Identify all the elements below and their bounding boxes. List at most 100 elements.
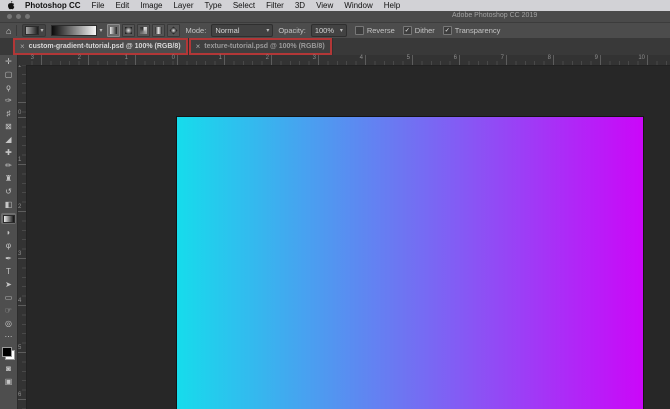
ruler-label-h: 2 <box>77 55 81 61</box>
gradient-tool[interactable] <box>1 213 16 224</box>
blend-mode-select[interactable]: Normal ▾ <box>211 24 274 37</box>
healing-brush-tool[interactable]: ✚ <box>2 148 15 157</box>
lasso-tool[interactable]: ϙ <box>2 83 15 92</box>
opacity-select[interactable]: 100% ▾ <box>310 24 347 37</box>
ruler-label-h: 8 <box>547 55 551 61</box>
ruler-label-h: 6 <box>453 55 457 61</box>
document-tab-2[interactable]: × texture-tutorial.psd @ 100% (RGB/8) <box>188 38 333 55</box>
ruler-label-h: 2 <box>265 55 269 61</box>
reverse-label: Reverse <box>366 26 395 35</box>
screen-mode-button[interactable]: ▣ <box>2 377 15 386</box>
linear-gradient-button[interactable] <box>107 24 121 37</box>
type-tool[interactable]: T <box>2 267 15 276</box>
menu-item-filter[interactable]: Filter <box>266 1 284 10</box>
menu-item-edit[interactable]: Edit <box>115 1 129 10</box>
ruler-label-h: 9 <box>594 55 598 61</box>
horizontal-ruler[interactable]: 3 2 1 0 1 2 3 4 5 6 7 8 9 10 <box>17 55 670 66</box>
angle-gradient-button[interactable] <box>137 24 151 37</box>
menu-item-view[interactable]: View <box>316 1 333 10</box>
edit-toolbar[interactable]: ⋯ <box>2 332 15 341</box>
tool-preset-thumbnail <box>25 26 40 35</box>
menu-item-file[interactable]: File <box>92 1 105 10</box>
tool-options-bar: ⌂ ▾ ▾ Mode: Normal ▾ Opacity: 100% ▾ Rev… <box>0 23 670 38</box>
move-tool[interactable]: ✛ <box>2 57 15 66</box>
ruler-label-h: 7 <box>500 55 504 61</box>
option-checkboxes: Reverse Dither Transparency <box>354 26 501 35</box>
quick-mask-button[interactable]: ◙ <box>2 364 15 373</box>
dodge-tool[interactable]: φ <box>2 241 15 250</box>
color-swatches <box>2 347 15 360</box>
dither-option: Dither <box>402 26 435 35</box>
menu-item-3d[interactable]: 3D <box>295 1 305 10</box>
minimize-window-button[interactable] <box>16 14 21 19</box>
document-tab-1[interactable]: × custom-gradient-tutorial.psd @ 100% (RG… <box>13 38 189 55</box>
marquee-tool[interactable]: ▢ <box>2 70 15 79</box>
tool-preset-picker[interactable]: ▾ <box>22 24 47 37</box>
zoom-tool[interactable]: ◎ <box>2 319 15 328</box>
window-title-bar: Adobe Photoshop CC 2019 <box>0 11 670 23</box>
brush-tool[interactable]: ✏ <box>2 161 15 170</box>
radial-gradient-icon <box>125 27 133 34</box>
quick-selection-tool[interactable]: ✑ <box>2 96 15 105</box>
ruler-label-v: 2 <box>18 204 22 210</box>
menu-item-select[interactable]: Select <box>233 1 255 10</box>
eyedropper-tool[interactable]: ◢ <box>2 135 15 144</box>
ruler-label-v: 1 <box>18 157 22 163</box>
ruler-label-h: 1 <box>218 55 222 61</box>
gradient-preview-swatch <box>51 25 98 36</box>
menu-item-type[interactable]: Type <box>204 1 221 10</box>
ruler-label-v: 5 <box>18 345 22 351</box>
photoshop-window: Photoshop CC File Edit Image Layer Type Selec… <box>0 0 670 409</box>
window-title: Adobe Photoshop CC 2019 <box>452 12 538 19</box>
mode-label: Mode: <box>185 26 207 35</box>
path-selection-tool[interactable]: ➤ <box>2 280 15 289</box>
transparency-checkbox[interactable] <box>442 26 452 35</box>
close-tab-icon[interactable]: × <box>20 42 25 51</box>
reflected-gradient-button[interactable] <box>152 24 166 37</box>
foreground-color-swatch[interactable] <box>2 347 12 357</box>
home-icon[interactable]: ⌂ <box>6 26 11 36</box>
dither-checkbox[interactable] <box>402 26 412 35</box>
ruler-origin-corner[interactable] <box>17 55 26 65</box>
menu-item-help[interactable]: Help <box>384 1 400 10</box>
hand-tool[interactable]: ☞ <box>2 306 15 315</box>
gradient-editor-button[interactable]: ▾ <box>51 25 102 36</box>
blur-tool[interactable]: ◗ <box>2 228 15 237</box>
reflected-gradient-icon <box>155 27 163 34</box>
radial-gradient-button[interactable] <box>122 24 136 37</box>
close-tab-icon[interactable]: × <box>196 42 201 51</box>
menu-item-window[interactable]: Window <box>344 1 372 10</box>
ruler-label-v: 4 <box>18 298 22 304</box>
menu-item-image[interactable]: Image <box>140 1 162 10</box>
apple-icon[interactable] <box>7 1 15 10</box>
close-window-button[interactable] <box>7 14 12 19</box>
dither-label: Dither <box>414 26 435 35</box>
frame-tool[interactable]: ⊠ <box>2 122 15 131</box>
tools-panel: ✛ ▢ ϙ ✑ ♯ ⊠ ◢ ✚ ✏ ♜ ↺ ◧ ◗ φ ✒ T ➤ ▭ ☞ ◎ ⋯ ◙ ▣ <box>0 55 18 409</box>
canvas-gradient-image[interactable] <box>177 117 643 409</box>
ruler-label-v: 3 <box>18 251 22 257</box>
vertical-ruler[interactable]: 10123456 <box>17 63 27 409</box>
menu-item-layer[interactable]: Layer <box>173 1 193 10</box>
transparency-label: Transparency <box>454 26 501 35</box>
active-app-name[interactable]: Photoshop CC <box>25 1 81 10</box>
eraser-tool[interactable]: ◧ <box>2 200 15 209</box>
diamond-gradient-button[interactable] <box>167 24 181 37</box>
pen-tool[interactable]: ✒ <box>2 254 15 263</box>
rectangle-tool[interactable]: ▭ <box>2 293 15 302</box>
ruler-label-v: 0 <box>18 110 22 116</box>
linear-gradient-icon <box>110 27 118 34</box>
ruler-label-h: 10 <box>638 55 645 61</box>
crop-tool[interactable]: ♯ <box>2 109 15 118</box>
ruler-label-h: 0 <box>171 55 175 61</box>
zoom-window-button[interactable] <box>25 14 30 19</box>
tab-label: custom-gradient-tutorial.psd @ 100% (RGB… <box>28 43 181 50</box>
history-brush-tool[interactable]: ↺ <box>2 187 15 196</box>
clone-stamp-tool[interactable]: ♜ <box>2 174 15 183</box>
reverse-option: Reverse <box>354 26 395 35</box>
reverse-checkbox[interactable] <box>354 26 364 35</box>
document-tab-bar: × custom-gradient-tutorial.psd @ 100% (RG… <box>0 38 670 56</box>
ruler-label-h: 5 <box>406 55 410 61</box>
chevron-down-icon: ▾ <box>40 27 44 34</box>
opacity-label: Opacity: <box>278 26 306 35</box>
